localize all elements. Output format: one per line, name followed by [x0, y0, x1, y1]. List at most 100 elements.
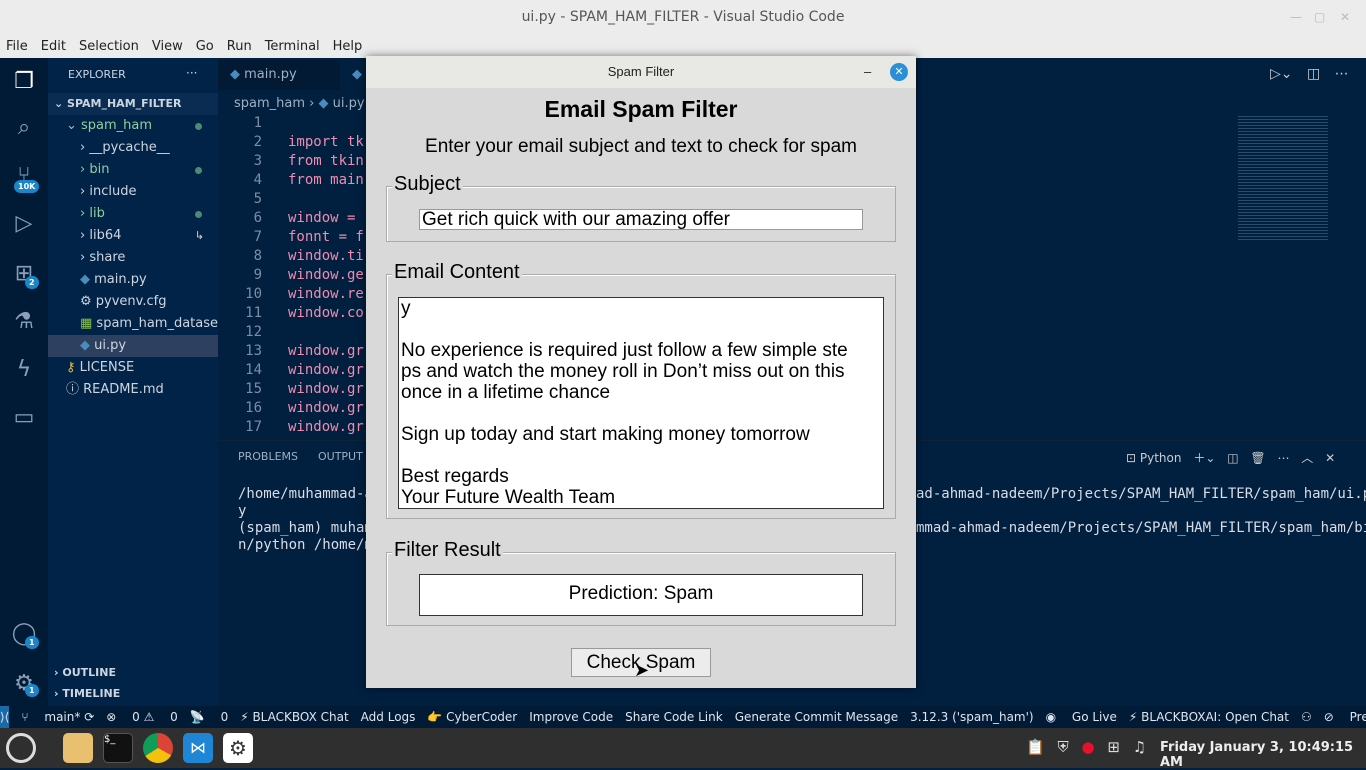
- status-prettier[interactable]: ⊘ Prettier: [1324, 710, 1366, 724]
- code-line[interactable]: import tk: [288, 134, 364, 150]
- more-actions-icon[interactable]: ⋯: [1335, 66, 1349, 82]
- tree-item-spam-ham-dataset-[interactable]: ▦ spam_ham_dataset...: [48, 313, 218, 335]
- status-cybercoder[interactable]: 👉 CyberCoder: [427, 710, 517, 724]
- status-improve-code[interactable]: Improve Code: [529, 710, 613, 724]
- close-panel-icon[interactable]: ✕: [1325, 451, 1335, 465]
- trash-icon[interactable]: 🗑: [1250, 451, 1265, 465]
- mint-menu-icon[interactable]: [6, 733, 36, 763]
- tree-item-spam-ham[interactable]: ⌄ spam_ham: [48, 115, 218, 137]
- status-go-live[interactable]: ◉ Go Live: [1046, 710, 1117, 724]
- chrome-icon[interactable]: [143, 733, 173, 763]
- dialog-minimize-button[interactable]: –: [864, 56, 871, 88]
- tree-item-readme-md[interactable]: ⓘ README.md: [48, 379, 218, 401]
- subject-label: Subject: [392, 173, 463, 196]
- status-add-logs[interactable]: Add Logs: [361, 710, 416, 724]
- remote-icon[interactable]: ⟩⟨: [0, 706, 10, 728]
- explorer-more-button[interactable]: ···: [186, 66, 197, 80]
- tree-item-license[interactable]: ⚷ LICENSE: [48, 357, 218, 379]
- workspace-root[interactable]: ⌄ SPAM_HAM_FILTER: [48, 93, 218, 115]
- split-editor-icon[interactable]: ◫: [1307, 66, 1320, 82]
- search-icon[interactable]: ⌕: [10, 114, 38, 142]
- accounts-badge: 1: [25, 636, 39, 649]
- info-icon: ⓘ: [66, 382, 84, 397]
- close-button[interactable]: ✕: [1340, 0, 1350, 34]
- status-blackboxai-open-chat[interactable]: ⚡ BLACKBOXAI: Open Chat: [1129, 710, 1289, 724]
- menu-help[interactable]: Help: [333, 39, 363, 54]
- vscode-icon[interactable]: ⋈: [183, 733, 213, 763]
- terminal-name[interactable]: Python: [1140, 451, 1182, 465]
- branch-indicator[interactable]: ⑂ main* ⟳: [21, 710, 94, 724]
- tab-main-py[interactable]: ◆ main.py: [218, 60, 340, 90]
- sound-icon[interactable]: ♫: [1133, 738, 1146, 756]
- tree-item-share[interactable]: › share: [48, 247, 218, 269]
- split-terminal-icon[interactable]: ◫: [1227, 451, 1238, 465]
- outline-section[interactable]: › OUTLINE: [48, 661, 218, 683]
- menu-terminal[interactable]: Terminal: [265, 39, 320, 54]
- code-line[interactable]: window.co: [288, 305, 364, 321]
- dialog-close-button[interactable]: ✕: [890, 63, 908, 81]
- status-generate-commit[interactable]: Generate Commit Message: [735, 710, 898, 724]
- chevron-down-icon: ⌄: [66, 118, 82, 133]
- tree-item-ui-py[interactable]: ◆ ui.py: [48, 335, 218, 357]
- menu-go[interactable]: Go: [196, 39, 214, 54]
- code-line[interactable]: window.gr: [288, 381, 364, 397]
- minimap[interactable]: [1238, 116, 1328, 240]
- code-line[interactable]: window.re: [288, 286, 364, 302]
- maximize-button[interactable]: ▢: [1314, 0, 1325, 34]
- code-line[interactable]: fonnt = f: [288, 229, 364, 245]
- code-line[interactable]: from main: [288, 172, 364, 188]
- code-line[interactable]: from tkin: [288, 153, 364, 169]
- shield-icon[interactable]: ⛨: [1057, 738, 1068, 756]
- more-icon[interactable]: ⋯: [1277, 451, 1289, 465]
- breadcrumb-file[interactable]: ui.py: [333, 96, 365, 111]
- code-line[interactable]: window.gr: [288, 400, 364, 416]
- tree-item--pycache-[interactable]: › __pycache__: [48, 137, 218, 159]
- status-python-interpreter[interactable]: 3.12.3 ('spam_ham'): [910, 710, 1034, 724]
- breadcrumb-folder[interactable]: spam_ham: [234, 96, 305, 111]
- status-share-code-link[interactable]: Share Code Link: [625, 710, 723, 724]
- tree-item-include[interactable]: › include: [48, 181, 218, 203]
- lightning-icon[interactable]: ϟ: [10, 356, 38, 384]
- tree-item-bin[interactable]: › bin: [48, 159, 218, 181]
- maximize-panel-icon[interactable]: ︿: [1301, 451, 1313, 465]
- tree-item-main-py[interactable]: ◆ main.py: [48, 269, 218, 291]
- menu-file[interactable]: File: [6, 39, 28, 54]
- clock[interactable]: Friday January 3, 10:49:15 AM: [1160, 740, 1366, 770]
- minimize-button[interactable]: —: [1290, 0, 1302, 34]
- code-line[interactable]: window.gr: [288, 343, 364, 359]
- menu-selection[interactable]: Selection: [79, 39, 139, 54]
- timeline-section[interactable]: › TIMELINE: [48, 683, 218, 705]
- email-content-textarea[interactable]: y No experience is required just follow a…: [398, 297, 884, 509]
- code-line[interactable]: window.gr: [288, 362, 364, 378]
- copilot-icon[interactable]: ⚇: [1301, 710, 1312, 724]
- menu-run[interactable]: Run: [227, 39, 252, 54]
- terminal-app-icon[interactable]: $_: [103, 733, 133, 763]
- tab-problems[interactable]: PROBLEMS: [238, 450, 298, 463]
- run-icon[interactable]: ▷⌄: [1270, 66, 1293, 82]
- status-blackbox-chat[interactable]: ⚡ BLACKBOX Chat: [240, 710, 348, 724]
- files-icon[interactable]: [63, 733, 93, 763]
- code-line[interactable]: window =: [288, 210, 364, 226]
- settings-app-icon[interactable]: ⚙: [223, 733, 253, 763]
- explorer-icon[interactable]: ❐: [10, 68, 38, 96]
- code-line[interactable]: window.ge: [288, 267, 364, 283]
- python-icon: ◆: [80, 338, 95, 353]
- tree-item-lib[interactable]: › lib: [48, 203, 218, 225]
- menu-edit[interactable]: Edit: [41, 39, 66, 54]
- run-debug-icon[interactable]: ▷: [10, 210, 38, 238]
- clipboard-icon[interactable]: 📋: [1026, 738, 1045, 756]
- code-line[interactable]: window.gr: [288, 419, 364, 435]
- ports-indicator[interactable]: 📡 0: [190, 710, 228, 724]
- chat-icon[interactable]: ▭: [10, 404, 38, 432]
- menu-view[interactable]: View: [152, 39, 183, 54]
- network-icon[interactable]: ⊞: [1107, 738, 1120, 756]
- tree-item-pyvenv-cfg[interactable]: ⚙ pyvenv.cfg: [48, 291, 218, 313]
- tab-output[interactable]: OUTPUT: [318, 450, 363, 463]
- new-terminal-icon[interactable]: ＋⌄: [1193, 451, 1215, 465]
- tree-item-lib64[interactable]: › lib64 ↳: [48, 225, 218, 247]
- code-line[interactable]: window.ti: [288, 248, 364, 264]
- problems-indicator[interactable]: ⊗ 0 ⚠ 0: [106, 710, 178, 724]
- testing-icon[interactable]: ⚗: [10, 308, 38, 336]
- subject-input[interactable]: [419, 209, 863, 230]
- record-icon[interactable]: ●: [1082, 738, 1095, 756]
